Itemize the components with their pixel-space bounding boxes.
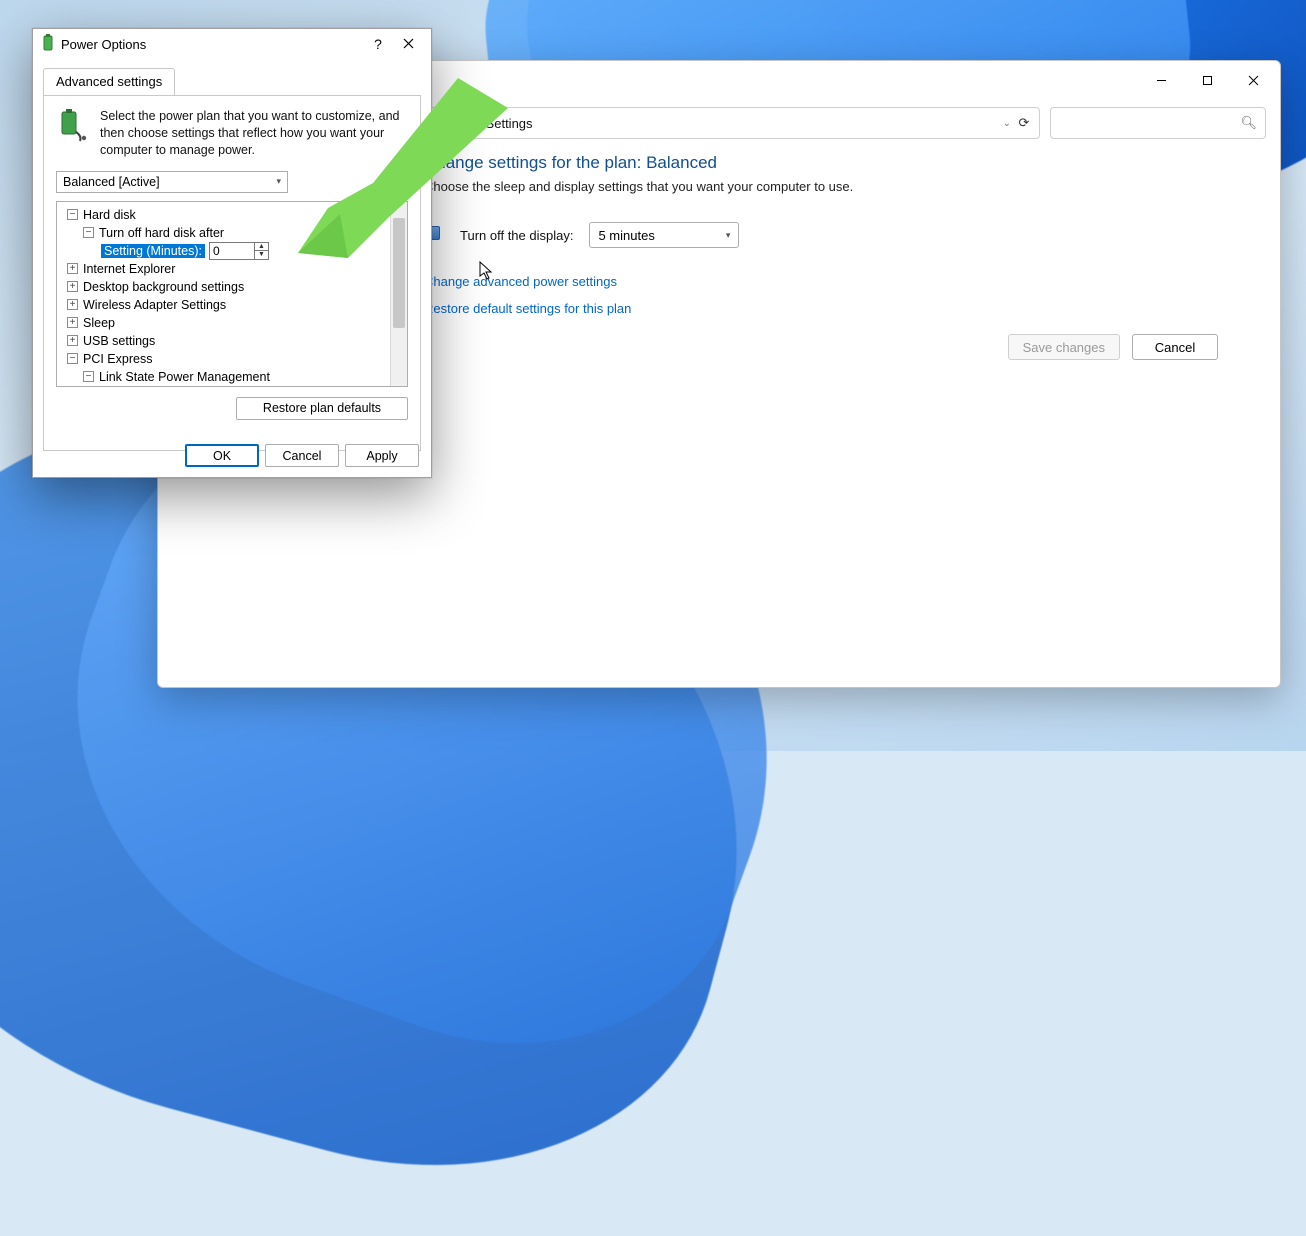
expand-icon[interactable]: + <box>67 263 78 274</box>
display-timeout-label: Turn off the display: <box>460 228 573 243</box>
power-plug-icon <box>56 108 90 142</box>
expand-icon[interactable]: + <box>67 317 78 328</box>
power-plan-select[interactable]: Balanced [Active] ▾ <box>56 171 288 193</box>
maximize-button[interactable] <box>1184 64 1230 96</box>
expand-icon[interactable]: + <box>67 299 78 310</box>
display-timeout-select[interactable]: 5 minutes ▾ <box>589 222 739 248</box>
collapse-icon[interactable]: − <box>83 227 94 238</box>
tree-node-internet-explorer[interactable]: +Internet Explorer <box>61 260 386 278</box>
tree-node-sleep[interactable]: +Sleep <box>61 314 386 332</box>
power-plan-value: Balanced [Active] <box>63 175 160 189</box>
ok-button[interactable]: OK <box>185 444 259 467</box>
scrollbar-thumb[interactable] <box>393 218 405 328</box>
refresh-icon[interactable]: ⟳ <box>1017 107 1031 139</box>
cancel-button[interactable]: Cancel <box>265 444 339 467</box>
advanced-power-settings-link[interactable]: Change advanced power settings <box>424 274 1228 289</box>
minimize-button[interactable] <box>1138 64 1184 96</box>
spinner-up-icon[interactable]: ▲ <box>255 243 268 252</box>
save-changes-button[interactable]: Save changes <box>1008 334 1120 360</box>
restore-plan-defaults-button[interactable]: Restore plan defaults <box>236 397 408 420</box>
expand-icon[interactable]: + <box>67 281 78 292</box>
tree-node-link-state[interactable]: −Link State Power Management <box>61 368 386 386</box>
dialog-description: Select the power plan that you want to c… <box>100 108 408 159</box>
tree-node-wireless-adapter[interactable]: +Wireless Adapter Settings <box>61 296 386 314</box>
power-options-dialog: Power Options ? Advanced settings Select… <box>32 28 432 478</box>
display-timeout-row: Turn off the display: 5 minutes ▾ <box>424 222 1228 248</box>
close-button[interactable] <box>1230 64 1276 96</box>
search-input[interactable]: 🔍︎ <box>1050 107 1266 139</box>
tree-node-turn-off-hard-disk[interactable]: −Turn off hard disk after <box>61 224 386 242</box>
tree-node-pci-express[interactable]: −PCI Express <box>61 350 386 368</box>
expand-icon[interactable]: + <box>67 335 78 346</box>
restore-default-settings-link[interactable]: Restore default settings for this plan <box>424 301 1228 316</box>
settings-tree: −Hard disk −Turn off hard disk after Set… <box>56 201 408 387</box>
tree-node-desktop-background[interactable]: +Desktop background settings <box>61 278 386 296</box>
tree-node-usb-settings[interactable]: +USB settings <box>61 332 386 350</box>
dialog-title: Power Options <box>61 37 146 52</box>
help-button[interactable]: ? <box>365 36 391 52</box>
apply-button[interactable]: Apply <box>345 444 419 467</box>
tab-panel: Select the power plan that you want to c… <box>43 95 421 451</box>
collapse-icon[interactable]: − <box>83 371 94 382</box>
dialog-titlebar[interactable]: Power Options ? <box>33 29 431 59</box>
minutes-input[interactable] <box>210 243 254 259</box>
chevron-down-icon: ▾ <box>276 176 281 187</box>
collapse-icon[interactable]: − <box>67 209 78 220</box>
tree-setting-minutes[interactable]: Setting (Minutes): ▲▼ <box>61 242 386 260</box>
battery-icon <box>41 34 55 55</box>
collapse-icon[interactable]: − <box>67 353 78 364</box>
spinner-down-icon[interactable]: ▼ <box>255 251 268 259</box>
search-icon: 🔍︎ <box>1240 115 1257 131</box>
chevron-down-icon: ▾ <box>726 230 731 241</box>
cancel-button[interactable]: Cancel <box>1132 334 1218 360</box>
page-title: Change settings for the plan: Balanced <box>424 153 1228 173</box>
setting-label-selected: Setting (Minutes): <box>101 244 205 258</box>
tab-strip: Advanced settings <box>33 59 431 95</box>
tab-advanced-settings[interactable]: Advanced settings <box>43 68 175 96</box>
tree-node-hard-disk[interactable]: −Hard disk <box>61 206 386 224</box>
display-timeout-value: 5 minutes <box>598 228 654 243</box>
close-button[interactable] <box>391 37 425 52</box>
tree-scrollbar[interactable] <box>390 202 407 386</box>
chevron-down-icon[interactable]: ⌄ <box>1003 118 1011 129</box>
breadcrumb-item[interactable]: Edit Plan Settings <box>430 116 533 131</box>
minutes-spinner[interactable]: ▲▼ <box>209 242 269 260</box>
page-subtitle: Choose the sleep and display settings th… <box>424 179 1228 194</box>
